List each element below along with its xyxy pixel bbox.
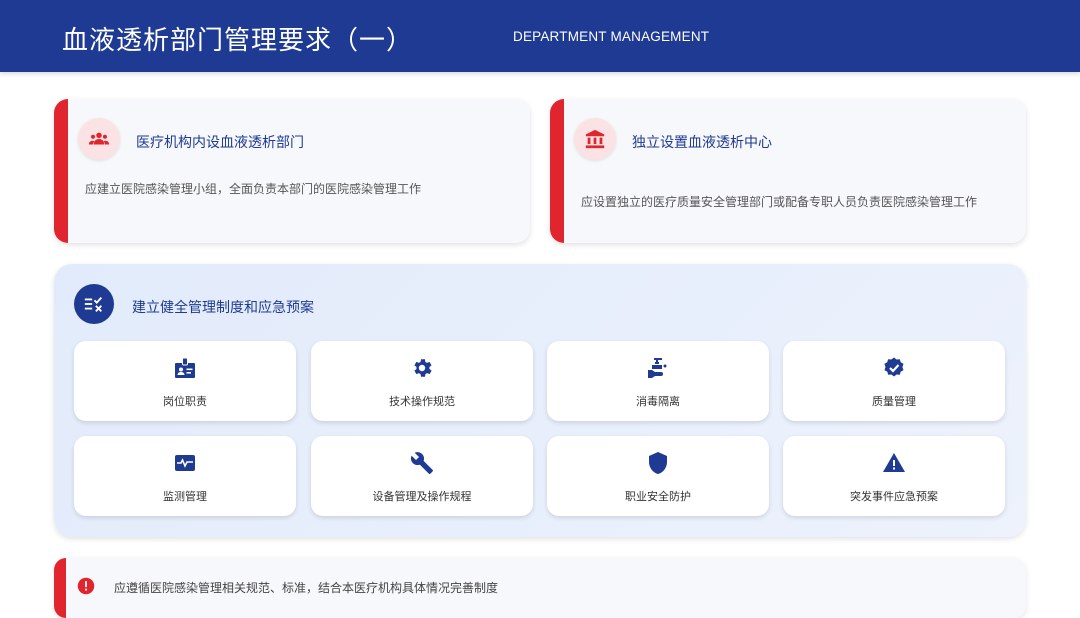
tile-label: 职业安全防护 [625,490,691,503]
checklist-icon [74,284,114,324]
tile-quality-management: 质量管理 [783,341,1005,421]
group-icon [78,118,120,160]
header-bar: 血液透析部门管理要求（一） DEPARTMENT MANAGEMENT [0,0,1080,72]
card-independent-center: 独立设置血液透析中心 应设置独立的医疗质量安全管理部门或配备专职人员负责医院感染… [550,99,1026,243]
accent-bar [54,99,68,243]
tile-label: 技术操作规范 [389,395,455,408]
institution-icon [574,118,616,160]
tile-label: 突发事件应急预案 [850,490,938,503]
notice-bar: 应遵循医院感染管理相关规范、标准，结合本医疗机构具体情况完善制度 [54,558,1026,618]
sanitizer-icon [648,358,667,378]
tile-label: 质量管理 [872,395,916,408]
accent-bar [550,99,564,243]
badge-icon [175,357,195,378]
tile-job-responsibilities: 岗位职责 [74,341,296,421]
card-title: 医疗机构内设血液透析部门 [136,135,304,151]
warning-icon [883,453,905,472]
tile-equipment-management: 设备管理及操作规程 [311,436,533,516]
page-title: 血液透析部门管理要求（一） [62,26,414,56]
tile-emergency-plan: 突发事件应急预案 [783,436,1005,516]
tile-label: 消毒隔离 [636,395,680,408]
tile-monitoring-management: 监测管理 [74,436,296,516]
monitor-heart-icon [175,455,195,471]
notice-text: 应遵循医院感染管理相关规范、标准，结合本医疗机构具体情况完善制度 [114,581,499,595]
info-icon [77,577,95,595]
tile-label: 岗位职责 [163,395,207,408]
shield-icon [649,452,667,474]
tile-label: 监测管理 [163,490,207,503]
wrench-icon [410,452,433,474]
management-system-panel: 建立健全管理制度和应急预案 岗位职责 技术操作规范 消毒隔离 质量管理 监测管理… [54,264,1026,537]
tile-occupational-safety: 职业安全防护 [547,436,769,516]
section-title: 建立健全管理制度和应急预案 [132,300,314,316]
tile-label: 设备管理及操作规程 [372,490,472,503]
verified-icon [884,357,904,377]
card-internal-department: 医疗机构内设血液透析部门 应建立医院感染管理小组，全面负责本部门的医院感染管理工… [54,99,530,243]
card-title: 独立设置血液透析中心 [632,135,772,151]
page-subtitle: DEPARTMENT MANAGEMENT [513,29,710,44]
card-description: 应建立医院感染管理小组，全面负责本部门的医院感染管理工作 [85,182,422,196]
gear-icon [414,359,432,377]
tile-technical-specs: 技术操作规范 [311,341,533,421]
accent-bar [54,558,66,618]
tile-disinfection-isolation: 消毒隔离 [547,341,769,421]
card-description: 应设置独立的医疗质量安全管理部门或配备专职人员负责医院感染管理工作 [581,195,978,209]
